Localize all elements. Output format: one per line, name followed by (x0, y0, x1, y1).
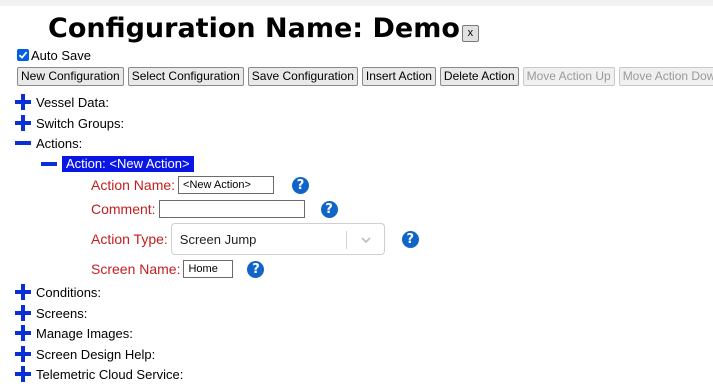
tree-item-label: Vessel Data: (36, 94, 109, 110)
action-type-select[interactable]: Screen Jump (170, 223, 385, 255)
tree-item-actions[interactable]: Actions: (14, 134, 82, 152)
tree-item-label: Manage Images: (36, 325, 133, 341)
tree-item-telemetric-cloud-service[interactable]: Telemetric Cloud Service: (14, 365, 183, 383)
tree-item-action-new[interactable]: Action: <New Action> (40, 155, 194, 173)
minus-icon[interactable] (14, 134, 32, 152)
screen-name-input[interactable]: Home (183, 260, 234, 278)
save-configuration-button[interactable]: Save Configuration (247, 67, 358, 86)
help-icon[interactable]: ? (247, 260, 265, 278)
tree-item-label: Switch Groups: (36, 115, 125, 131)
toolbar: New Configuration Select Configuration S… (17, 67, 713, 86)
plus-icon[interactable] (14, 345, 32, 363)
comment-row: Comment: ? (91, 199, 338, 219)
header: Configuration Name: Demo x (48, 9, 479, 45)
plus-icon[interactable] (14, 304, 32, 322)
select-configuration-button[interactable]: Select Configuration (127, 67, 244, 86)
tree-item-screens[interactable]: Screens: (14, 304, 87, 322)
action-type-row: Action Type: Screen Jump ? (91, 223, 419, 255)
insert-action-button[interactable]: Insert Action (361, 67, 436, 86)
selected-action-label[interactable]: Action: <New Action> (62, 156, 194, 172)
tree-item-label: Screen Design Help: (36, 346, 156, 362)
move-action-up-button[interactable]: Move Action Up (522, 67, 615, 86)
plus-icon[interactable] (14, 283, 32, 301)
plus-icon[interactable] (14, 365, 32, 383)
autosave-label: Auto Save (31, 47, 91, 63)
check-icon (18, 51, 28, 59)
help-icon[interactable]: ? (292, 176, 310, 194)
minus-icon[interactable] (40, 155, 58, 173)
action-name-label: Action Name: (91, 177, 176, 193)
tree-item-label: Actions: (36, 135, 83, 151)
close-button[interactable]: x (461, 25, 479, 42)
plus-icon[interactable] (14, 93, 32, 111)
plus-icon[interactable] (14, 324, 32, 342)
comment-label: Comment: (91, 201, 156, 217)
action-type-value: Screen Jump (179, 231, 257, 247)
page-title: Configuration Name: Demo (48, 13, 460, 44)
help-icon[interactable]: ? (320, 200, 338, 218)
tree-item-manage-images[interactable]: Manage Images: (14, 324, 133, 342)
tree-item-label: Telemetric Cloud Service: (36, 366, 184, 382)
screen-name-row: Screen Name: Home ? (91, 259, 265, 279)
new-configuration-button[interactable]: New Configuration (17, 67, 124, 86)
tree-item-conditions[interactable]: Conditions: (14, 283, 101, 301)
comment-input[interactable] (158, 200, 305, 218)
tree-item-label: Conditions: (36, 284, 102, 300)
tree-item-switch-groups[interactable]: Switch Groups: (14, 114, 124, 132)
autosave-option[interactable]: Auto Save (17, 47, 91, 63)
select-separator (345, 231, 347, 249)
tree-item-label: Screens: (36, 305, 88, 321)
help-icon[interactable]: ? (401, 230, 419, 248)
plus-icon[interactable] (14, 114, 32, 132)
autosave-checkbox[interactable] (17, 49, 29, 61)
chevron-down-icon[interactable] (359, 233, 373, 247)
tree-item-screen-design-help[interactable]: Screen Design Help: (14, 345, 155, 363)
action-name-row: Action Name: <New Action> ? (91, 175, 310, 195)
tree-item-vessel-data[interactable]: Vessel Data: (14, 93, 109, 111)
top-band (0, 0, 713, 6)
move-action-down-button[interactable]: Move Action Down (618, 67, 713, 86)
action-type-label: Action Type: (91, 231, 168, 247)
delete-action-button[interactable]: Delete Action (439, 67, 519, 86)
screen-name-label: Screen Name: (91, 261, 181, 277)
action-name-input[interactable]: <New Action> (178, 176, 275, 194)
